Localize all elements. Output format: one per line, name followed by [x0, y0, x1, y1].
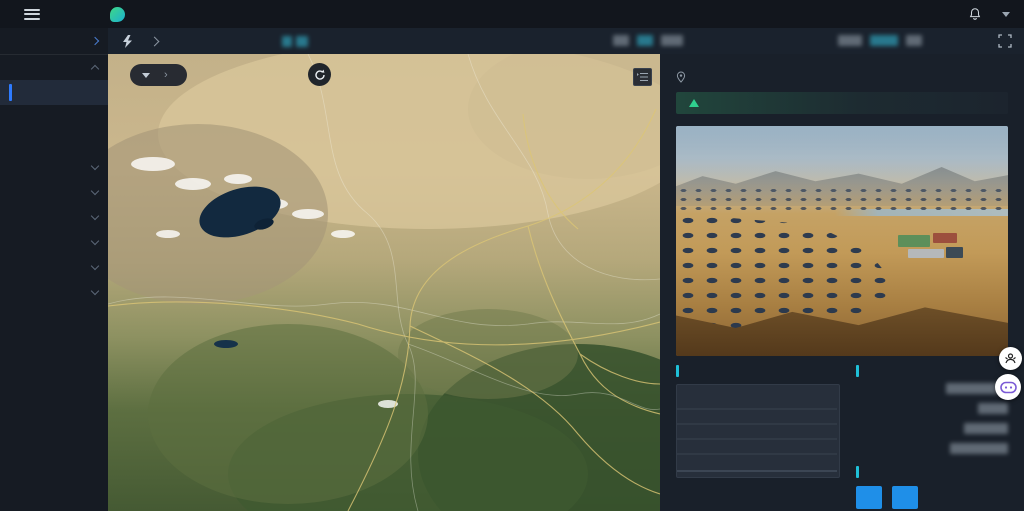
notification-bell-icon[interactable] [968, 7, 982, 21]
status-bar [676, 92, 1008, 114]
service-person-icon [1004, 352, 1017, 365]
chart-canvas [677, 387, 837, 477]
chevron-right-icon [91, 37, 99, 45]
sidebar-item-analysis-tools[interactable] [0, 205, 108, 230]
sidebar-item-smart-control[interactable] [0, 28, 108, 55]
daily-overview-section [856, 365, 1008, 509]
map-refresh-button[interactable] [308, 63, 331, 86]
sidebar-item-station-management[interactable] [0, 280, 108, 305]
location-pin-icon [676, 71, 686, 83]
realtime-power-section [676, 365, 840, 509]
chevron-down-icon [91, 212, 99, 220]
station-monitoring-button[interactable] [856, 486, 882, 509]
overview-row [856, 380, 1008, 397]
overview-row [856, 400, 1008, 417]
redacted-value [637, 35, 653, 46]
sidebar-item-data-reports[interactable] [0, 255, 108, 280]
fullscreen-icon[interactable] [998, 34, 1012, 48]
sidebar-item-comprehensive-reports[interactable] [0, 230, 108, 255]
inverter-list-button[interactable] [892, 486, 918, 509]
brand-logo [110, 7, 135, 22]
sidebar-item-station-list[interactable] [0, 105, 108, 130]
realtime-power-chart [676, 384, 840, 478]
top-header [0, 0, 1024, 28]
section-accent-bar [856, 466, 859, 478]
satellite-map[interactable]: › [108, 54, 660, 511]
map-marker-layer [108, 54, 660, 511]
lightning-icon [122, 35, 133, 48]
map-toolbar [108, 28, 1024, 54]
redacted-value [613, 35, 629, 46]
sidebar-nav [0, 28, 108, 511]
overview-row [856, 440, 1008, 457]
legend-swatch-power [765, 390, 772, 397]
station-coordinates [676, 71, 1008, 83]
overview-row [856, 420, 1008, 437]
sidebar-item-control-screen[interactable] [0, 80, 108, 105]
menu-icon[interactable] [24, 9, 40, 20]
chat-robot-button[interactable] [995, 374, 1021, 400]
redacted-stats-group [613, 35, 683, 46]
sidebar-item-performance-board[interactable] [0, 130, 108, 155]
legend-swatch-irradiance [740, 390, 747, 397]
redacted-value [964, 423, 1008, 434]
redacted-value [978, 403, 1008, 414]
redacted-value [282, 36, 292, 47]
chevron-down-icon [91, 162, 99, 170]
chevron-down-icon [91, 262, 99, 270]
refresh-icon [314, 69, 326, 81]
redacted-stats-group [838, 35, 922, 46]
sidebar-item-alarm-service[interactable] [0, 180, 108, 205]
photo-haze [676, 126, 1008, 356]
chevron-up-icon [91, 65, 99, 73]
chevron-right-icon [150, 36, 160, 46]
station-detail-panel [660, 54, 1024, 511]
sidebar-item-central-monitoring[interactable] [0, 55, 108, 80]
redacted-value [950, 443, 1008, 454]
user-menu-caret-icon[interactable] [1002, 12, 1010, 17]
redacted-value [296, 36, 308, 47]
chevron-down-icon [91, 287, 99, 295]
breadcrumb-caret-icon [142, 73, 150, 78]
chevron-down-icon [91, 237, 99, 245]
chevron-down-icon [91, 187, 99, 195]
logo-icon [110, 7, 125, 22]
robot-face-icon [1000, 381, 1017, 394]
status-triangle-icon [689, 99, 699, 107]
station-total-value [282, 36, 308, 47]
customer-service-button[interactable] [999, 347, 1022, 370]
breadcrumb-separator: › [164, 69, 168, 81]
layers-icon [637, 72, 648, 82]
section-accent-bar [856, 365, 859, 377]
station-photo [676, 126, 1008, 356]
legend-irradiance[interactable] [740, 390, 751, 397]
redacted-value [870, 35, 898, 46]
redacted-value [906, 35, 922, 46]
map-breadcrumb[interactable]: › [130, 64, 187, 86]
legend-power[interactable] [765, 390, 776, 397]
sidebar-item-station-monitoring[interactable] [0, 155, 108, 180]
redacted-value [838, 35, 862, 46]
map-layers-button[interactable] [633, 68, 652, 86]
redacted-value [661, 35, 683, 46]
section-accent-bar [676, 365, 679, 377]
